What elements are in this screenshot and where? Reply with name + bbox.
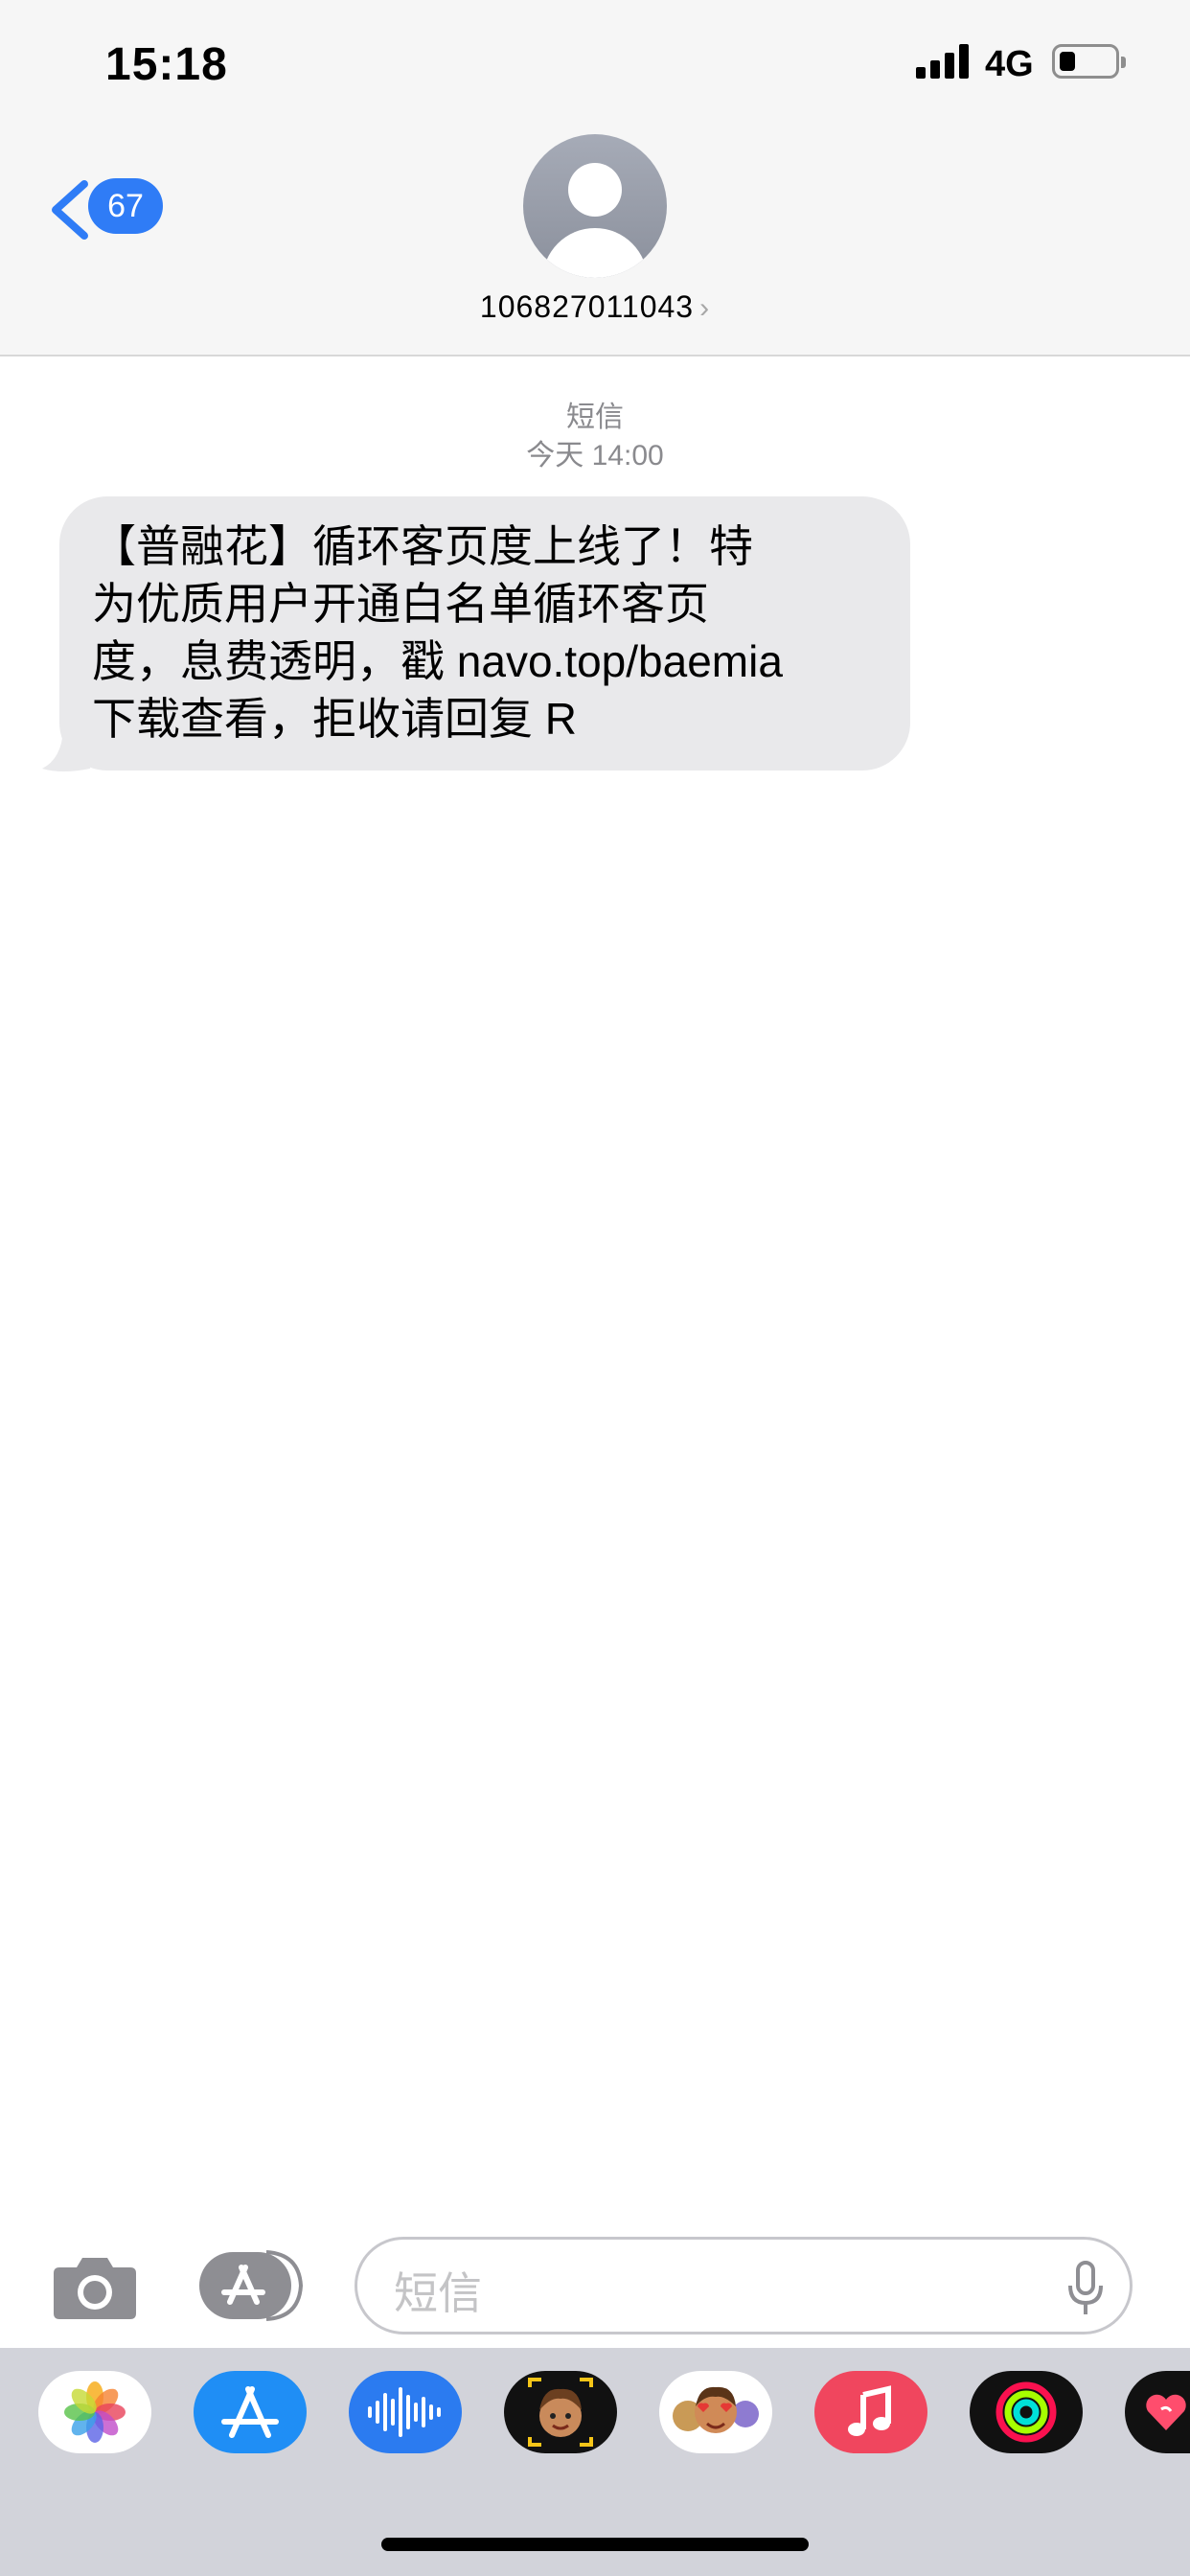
message-line: 度，息费透明，戳 navo.top/baemia [92,636,783,686]
navigation-header: 15:18 4G 67 106827011043 › [0,0,1190,356]
received-message-bubble[interactable]: 【普融花】循环客页度上线了！特 为优质用户开通白名单循环客页 度，息费透明，戳 … [59,496,910,770]
message-line: 下载查看，拒收请回复 R [92,694,577,744]
unread-count-badge[interactable]: 67 [88,178,163,234]
message-timestamp: 今天 14:00 [526,440,664,472]
network-type: 4G [985,44,1034,84]
contact-name[interactable]: 106827011043 › [0,289,1190,325]
camera-icon[interactable] [52,2252,138,2319]
memoji-camera-app-icon[interactable] [504,2371,617,2453]
message-input-placeholder: 短信 [394,2268,482,2318]
home-indicator[interactable] [381,2538,809,2551]
chevron-right-icon: › [699,292,711,324]
app-store-app-icon[interactable] [194,2371,307,2453]
activity-app-icon[interactable] [970,2371,1083,2453]
back-chevron-icon[interactable] [46,178,94,242]
cellular-signal-icon [916,44,970,79]
message-line: 为优质用户开通白名单循环客页 [92,579,709,629]
audio-message-app-icon[interactable] [349,2371,462,2453]
memoji-stickers-app-icon[interactable] [659,2371,772,2453]
microphone-icon[interactable] [1066,2261,1105,2316]
contact-avatar[interactable] [523,134,667,278]
status-time: 15:18 [105,39,228,90]
photos-app-icon[interactable] [38,2371,151,2453]
contact-number[interactable]: 106827011043 [480,289,694,324]
app-store-button-icon[interactable] [197,2248,305,2323]
message-input[interactable]: 短信 [355,2237,1133,2334]
message-service-label: 短信 [566,402,624,433]
message-line: 【普融花】循环客页度上线了！特 [92,521,753,571]
music-app-icon[interactable] [814,2371,927,2453]
battery-icon [1052,44,1126,79]
